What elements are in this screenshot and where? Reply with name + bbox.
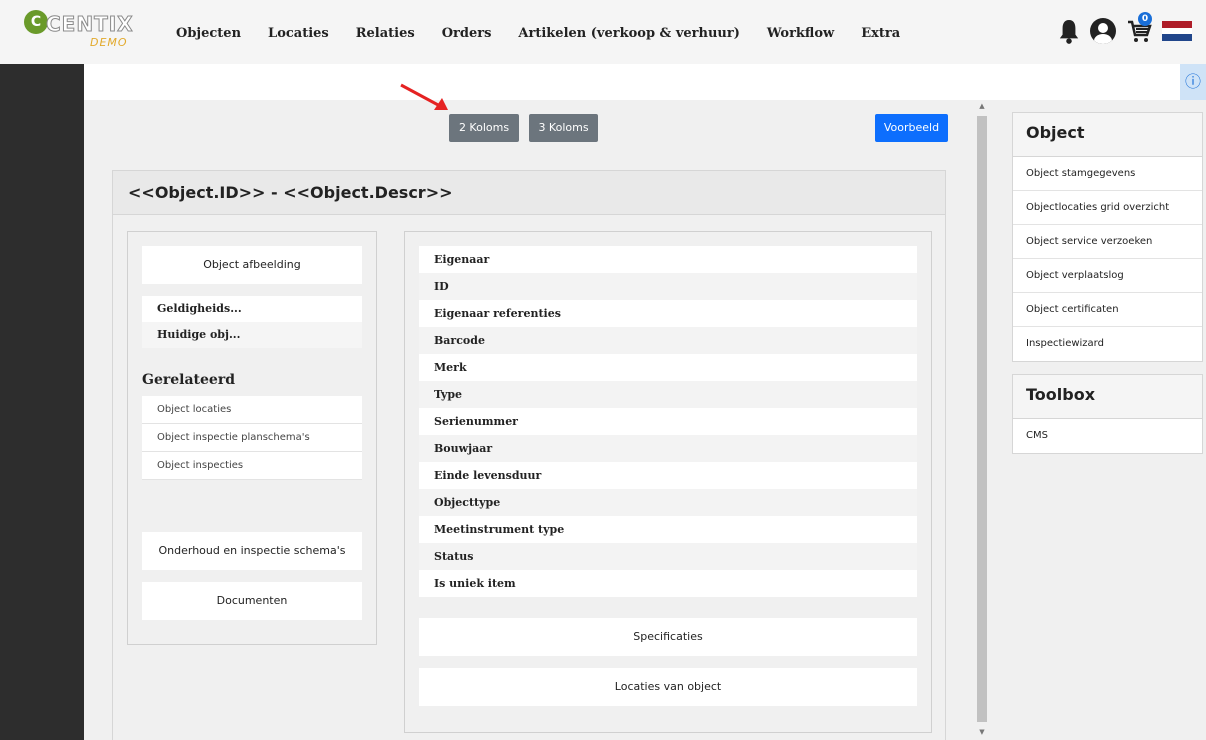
scroll-up-icon[interactable]: ▲: [977, 102, 987, 112]
field-row[interactable]: Type: [419, 381, 917, 408]
annotation-arrow-icon: [400, 83, 448, 110]
top-navbar: C CENTIX DEMO Objecten Locaties Relaties…: [0, 0, 1206, 64]
toolbox-card: Toolbox CMS: [1012, 374, 1203, 454]
menu-object-certificates[interactable]: Object certificaten: [1013, 293, 1202, 327]
logo-text: CENTIX: [46, 12, 134, 37]
bell-icon[interactable]: [1058, 18, 1080, 44]
sub-header-strip: [84, 64, 1206, 100]
toolbox-title: Toolbox: [1013, 375, 1202, 419]
dutch-flag-icon[interactable]: [1162, 21, 1192, 42]
specifications-panel[interactable]: Specificaties: [419, 618, 917, 656]
user-avatar-icon[interactable]: [1090, 18, 1116, 44]
preview-button[interactable]: Voorbeeld: [875, 114, 948, 142]
left-sidebar: [0, 64, 84, 740]
object-menu-card: Object Object stamgegevens Objectlocatie…: [1012, 112, 1203, 362]
field-row[interactable]: Eigenaar: [419, 246, 917, 273]
nav-extra[interactable]: Extra: [861, 26, 900, 41]
left-column: Object afbeelding Geldigheids... Huidige…: [127, 231, 377, 645]
field-row[interactable]: Barcode: [419, 327, 917, 354]
field-row[interactable]: Eigenaar referenties: [419, 300, 917, 327]
field-list: Eigenaar ID Eigenaar referenties Barcode…: [419, 246, 917, 597]
list-item[interactable]: Huidige obj...: [142, 322, 362, 348]
menu-object-service-requests[interactable]: Object service verzoeken: [1013, 225, 1202, 259]
menu-object-master-data[interactable]: Object stamgegevens: [1013, 157, 1202, 191]
related-item-planschemas[interactable]: Object inspectie planschema's: [142, 424, 362, 452]
field-row[interactable]: Meetinstrument type: [419, 516, 917, 543]
scrollbar-thumb[interactable]: [977, 116, 987, 722]
list-item[interactable]: Geldigheids...: [142, 296, 362, 322]
scroll-down-icon[interactable]: ▼: [977, 728, 987, 738]
related-list: Object locaties Object inspectie plansch…: [142, 396, 362, 480]
field-row[interactable]: Is uniek item: [419, 570, 917, 597]
centix-logo[interactable]: C CENTIX DEMO: [24, 10, 144, 56]
object-card: <<Object.ID>> - <<Object.Descr>> Object …: [112, 170, 946, 740]
field-row[interactable]: Status: [419, 543, 917, 570]
logo-mark-icon: C: [24, 10, 48, 34]
right-column: Eigenaar ID Eigenaar referenties Barcode…: [404, 231, 932, 733]
card-title: <<Object.ID>> - <<Object.Descr>>: [113, 171, 945, 215]
menu-object-move-log[interactable]: Object verplaatslog: [1013, 259, 1202, 293]
right-panel: Object Object stamgegevens Objectlocatie…: [1012, 112, 1203, 466]
vertical-scrollbar[interactable]: ▲ ▼: [975, 100, 989, 740]
field-row[interactable]: Merk: [419, 354, 917, 381]
cart-icon[interactable]: 0: [1126, 12, 1152, 44]
field-row[interactable]: Objecttype: [419, 489, 917, 516]
nav-workflow[interactable]: Workflow: [767, 26, 834, 41]
three-columns-button[interactable]: 3 Koloms: [529, 114, 598, 142]
menu-inspection-wizard[interactable]: Inspectiewizard: [1013, 327, 1202, 361]
related-item-locations[interactable]: Object locaties: [142, 396, 362, 424]
cart-count-badge: 0: [1138, 12, 1152, 26]
object-image-panel[interactable]: Object afbeelding: [142, 246, 362, 284]
logo-subtitle: DEMO: [90, 36, 128, 49]
menu-cms[interactable]: CMS: [1013, 419, 1202, 453]
nav-objecten[interactable]: Objecten: [176, 26, 241, 41]
menu-object-locations-grid[interactable]: Objectlocaties grid overzicht: [1013, 191, 1202, 225]
object-menu-title: Object: [1013, 113, 1202, 157]
field-row[interactable]: Bouwjaar: [419, 435, 917, 462]
field-row[interactable]: Serienummer: [419, 408, 917, 435]
maintenance-schema-panel[interactable]: Onderhoud en inspectie schema's: [142, 532, 362, 570]
field-row[interactable]: Einde levensduur: [419, 462, 917, 489]
header-icons: 0: [1058, 12, 1192, 44]
object-locations-panel[interactable]: Locaties van object: [419, 668, 917, 706]
documents-panel[interactable]: Documenten: [142, 582, 362, 620]
nav-artikelen[interactable]: Artikelen (verkoop & verhuur): [518, 26, 739, 41]
related-heading: Gerelateerd: [142, 372, 235, 388]
nav-orders[interactable]: Orders: [442, 26, 492, 41]
small-fields-list: Geldigheids... Huidige obj...: [142, 296, 362, 348]
info-icon[interactable]: ⓘ: [1180, 64, 1206, 100]
nav-locaties[interactable]: Locaties: [268, 26, 329, 41]
nav-relaties[interactable]: Relaties: [356, 26, 415, 41]
two-columns-button[interactable]: 2 Koloms: [449, 114, 519, 142]
related-item-inspections[interactable]: Object inspecties: [142, 452, 362, 480]
main-nav: Objecten Locaties Relaties Orders Artike…: [176, 26, 927, 41]
field-row[interactable]: ID: [419, 273, 917, 300]
